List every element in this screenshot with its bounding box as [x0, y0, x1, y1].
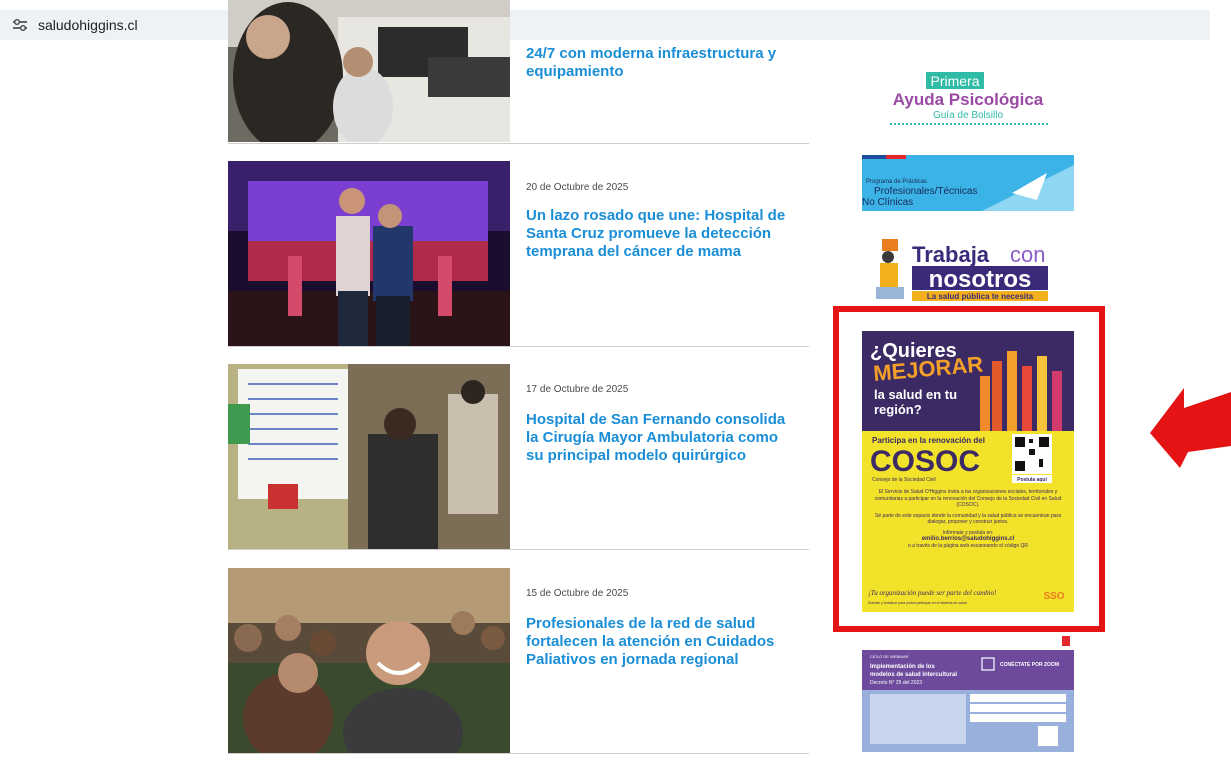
news-item[interactable]: 24/7 con moderna infraestructura y equip… [228, 0, 809, 142]
banner-primera-ayuda-graphic: Primera Ayuda Psicológica Guía de Bolsil… [890, 72, 1048, 125]
news-date: 15 de Octubre de 2025 [526, 588, 629, 599]
news-meta: 17 de Octubre de 2025 Hospital de San Fe… [526, 384, 796, 465]
banner-ciclo-graphic: CICLO DE WEBINAR Implementación de los m… [862, 632, 1074, 752]
trabaja-con: con [1010, 242, 1045, 267]
ciclo-title1: Implementación de los [870, 664, 935, 670]
news-headline[interactable]: Hospital de San Fernando consolida la Ci… [526, 411, 796, 465]
news-headline[interactable]: Profesionales de la red de salud fortale… [526, 615, 796, 669]
banner-practicas[interactable]: Programa de Prácticas Profesionales/Técn… [862, 155, 1074, 211]
news-meta: 15 de Octubre de 2025 Profesionales de l… [526, 588, 796, 669]
news-date: 17 de Octubre de 2025 [526, 384, 629, 395]
news-divider [228, 346, 809, 347]
highlight-frame [833, 306, 1105, 632]
psico-line1: Primera [930, 73, 979, 89]
trabaja-line2: nosotros [929, 266, 1032, 293]
news-photo[interactable] [228, 161, 510, 346]
ciclo-zoom: CONÉCTATE POR ZOOM [1000, 660, 1059, 668]
banner-primera-ayuda[interactable]: Primera Ayuda Psicológica Guía de Bolsil… [878, 68, 1058, 130]
site-settings-icon[interactable] [12, 18, 28, 32]
news-divider [228, 753, 809, 754]
news-photo[interactable] [228, 568, 510, 753]
qr-code-icon[interactable] [1038, 726, 1058, 746]
url-text[interactable]: saludohiggins.cl [38, 17, 138, 33]
psico-line3: Guía de Bolsillo [933, 110, 1003, 121]
news-headline[interactable]: Un lazo rosado que une: Hospital de Sant… [526, 207, 796, 261]
red-arrow-icon [1150, 388, 1231, 468]
news-item[interactable]: 15 de Octubre de 2025 Profesionales de l… [228, 568, 809, 753]
practicas-line2: No Clínicas [862, 197, 913, 208]
psico-line2: Ayuda Psicológica [893, 90, 1044, 109]
news-meta: 24/7 con moderna infraestructura y equip… [526, 45, 796, 81]
news-item[interactable]: 17 de Octubre de 2025 Hospital de San Fe… [228, 364, 809, 549]
news-item[interactable]: 20 de Octubre de 2025 Un lazo rosado que… [228, 161, 809, 346]
banner-ciclo-webinar[interactable]: CICLO DE WEBINAR Implementación de los m… [862, 632, 1074, 752]
news-photo[interactable] [228, 364, 510, 549]
news-date: 20 de Octubre de 2025 [526, 182, 629, 193]
news-divider [228, 143, 809, 144]
banner-trabaja-graphic: Trabaja con nosotros La salud pública te… [862, 233, 1074, 303]
ciclo-decreto: Decreto N° 25 del 2023 [870, 680, 922, 686]
practicas-line1: Profesionales/Técnicas [874, 186, 977, 197]
banner-trabaja-con-nosotros[interactable]: Trabaja con nosotros La salud pública te… [862, 233, 1074, 303]
news-headline[interactable]: 24/7 con moderna infraestructura y equip… [526, 45, 796, 81]
trabaja-tagline: La salud pública te necesita [927, 292, 1034, 301]
ciclo-tag: CICLO DE WEBINAR [870, 654, 909, 659]
news-divider [228, 549, 809, 550]
news-photo[interactable] [228, 0, 510, 142]
practicas-small: Programa de Prácticas [866, 179, 927, 185]
news-meta: 20 de Octubre de 2025 Un lazo rosado que… [526, 182, 796, 261]
trabaja-line1: Trabaja [912, 242, 990, 267]
banner-practicas-graphic: Programa de Prácticas Profesionales/Técn… [862, 155, 1074, 211]
ciclo-title2: modelos de salud intercultural [870, 672, 957, 678]
